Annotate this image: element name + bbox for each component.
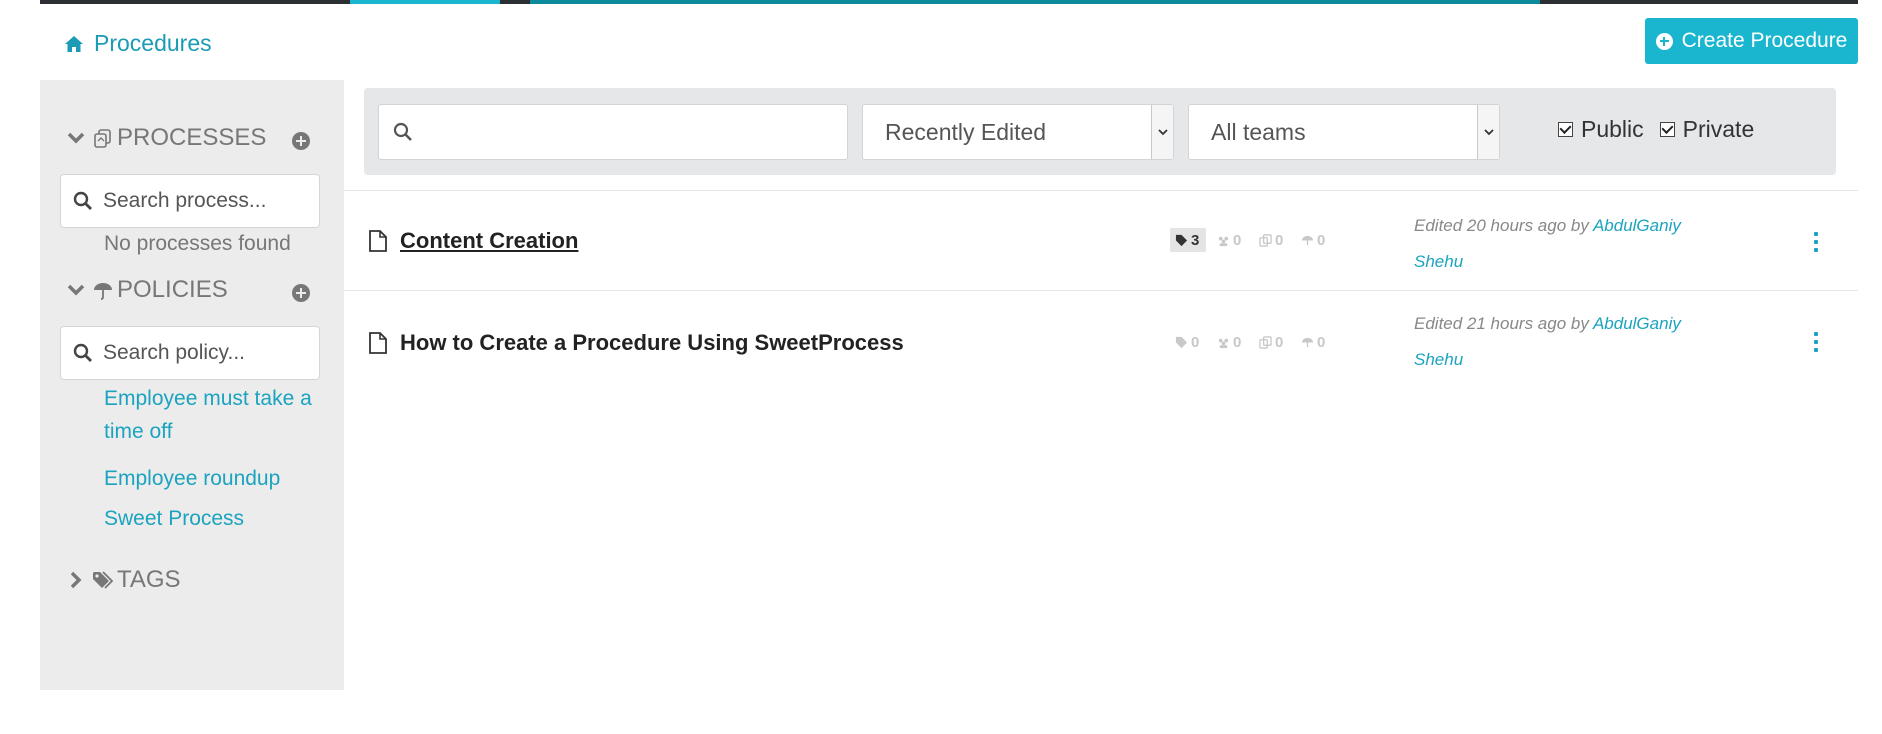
caret-down-icon[interactable] [1151,105,1173,159]
procedure-title-link[interactable]: How to Create a Procedure Using SweetPro… [400,330,904,356]
umbrella-icon [1301,235,1314,245]
create-procedure-label: Create Procedure [1681,29,1848,52]
home-icon [65,35,83,52]
policies-count: 0 [1296,330,1332,354]
edited-text: Edited 20 hours ago by [1414,216,1593,235]
private-checkbox[interactable]: Private [1659,116,1755,143]
tags-count: 0 [1170,330,1206,354]
process-search-field[interactable] [60,174,320,228]
tags-icon [93,571,114,589]
processes-icon [1259,233,1272,247]
policies-title: POLICIES [117,276,228,303]
policy-search-input[interactable] [103,341,303,365]
tag-icon [1175,234,1188,246]
procedure-row: Content Creation 3 0 0 0 Edited 20 hours… [344,190,1858,290]
more-options-icon[interactable] [1810,332,1822,352]
search-icon [393,122,412,141]
teams-count: 0 [1212,228,1248,252]
procedure-title-link[interactable]: Content Creation [400,228,578,254]
policy-item[interactable]: Sweet Process [104,502,334,535]
plus-circle-icon [1655,32,1673,50]
procedure-search-field[interactable] [378,104,848,160]
umbrella-icon [94,283,112,300]
checkbox-checked-icon[interactable] [1659,122,1675,137]
add-policy-icon[interactable] [292,284,310,302]
processes-icon [1259,335,1272,349]
chevron-right-icon[interactable] [66,570,86,590]
breadcrumb-label[interactable]: Procedures [94,30,212,57]
document-icon [369,230,387,252]
checkbox-checked-icon[interactable] [1558,122,1573,137]
policies-count: 0 [1296,228,1332,252]
procedure-row: How to Create a Procedure Using SweetPro… [344,290,1858,390]
procedure-counts: 3 0 0 0 [1170,228,1332,252]
add-process-icon[interactable] [292,132,310,150]
teams-count: 0 [1212,330,1248,354]
author-link[interactable]: AbdulGaniy [1593,314,1681,333]
team-select-value: All teams [1211,118,1306,145]
process-search-input[interactable] [103,189,303,213]
search-icon [73,191,92,210]
breadcrumb[interactable]: Procedures [64,30,212,57]
tags-title: TAGS [117,566,181,593]
team-icon [1218,236,1229,246]
create-procedure-button[interactable]: Create Procedure [1645,18,1858,64]
tags-count: 3 [1170,228,1206,252]
sort-select[interactable]: Recently Edited [862,104,1174,160]
more-options-icon[interactable] [1810,232,1822,252]
policy-item[interactable]: Employee roundup [104,462,334,495]
private-label: Private [1682,116,1755,142]
author-link[interactable]: AbdulGaniy [1593,216,1681,235]
author-link[interactable]: Shehu [1414,252,1463,271]
procedure-counts: 0 0 0 0 [1170,330,1332,354]
processes-count: 0 [1254,330,1290,354]
sort-select-value: Recently Edited [885,118,1047,145]
no-processes-message: No processes found [104,232,291,255]
filter-bar: Recently Edited All teams Public Private [364,88,1836,175]
procedure-search-input[interactable] [423,120,843,144]
edited-info: Edited 20 hours ago by AbdulGaniy Shehu [1414,208,1724,280]
document-icon [369,332,387,354]
policy-search-field[interactable] [60,326,320,380]
caret-down-icon[interactable] [1477,105,1499,159]
chevron-down-icon[interactable] [66,280,86,300]
public-label: Public [1581,116,1644,142]
visibility-filters: Public Private [1558,116,1754,143]
processes-count: 0 [1254,228,1290,252]
tag-icon [1175,336,1188,348]
edited-text: Edited 21 hours ago by [1414,314,1593,333]
search-icon [73,343,92,362]
team-icon [1218,338,1229,348]
processes-icon [94,129,111,148]
processes-title: PROCESSES [117,124,267,151]
public-checkbox[interactable]: Public [1558,116,1644,143]
team-select[interactable]: All teams [1188,104,1500,160]
processes-section-header[interactable]: PROCESSES [66,124,266,152]
policy-item[interactable]: Employee must take a time off [104,382,334,448]
umbrella-icon [1301,337,1314,347]
chevron-down-icon[interactable] [66,128,86,148]
edited-info: Edited 21 hours ago by AbdulGaniy Shehu [1414,306,1724,378]
tags-section-header[interactable]: TAGS [66,566,181,594]
author-link[interactable]: Shehu [1414,350,1463,369]
sidebar: PROCESSES No processes found POLICIES Em… [40,80,344,690]
policies-section-header[interactable]: POLICIES [66,276,228,304]
page-header: Procedures Create Procedure [40,4,1858,80]
